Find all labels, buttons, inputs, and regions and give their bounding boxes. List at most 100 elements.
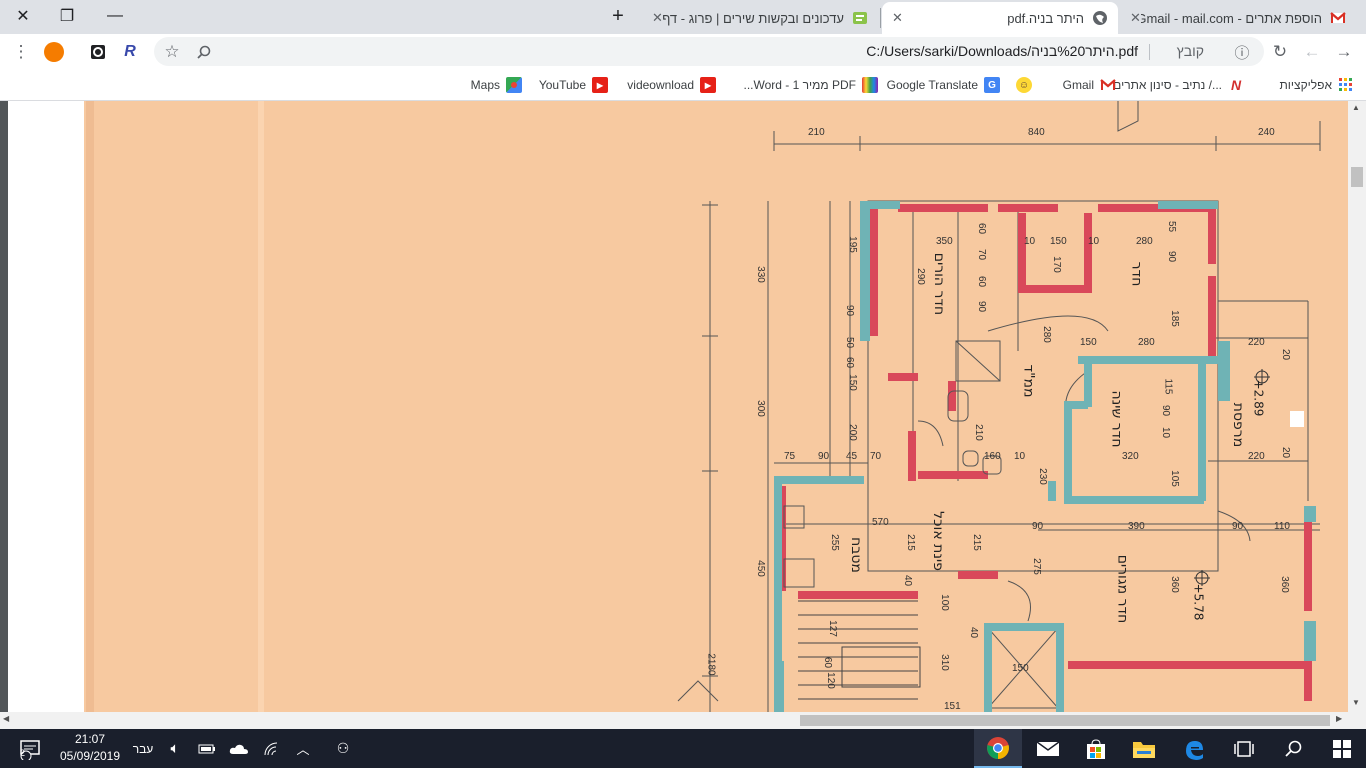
extension-icon[interactable] [84,38,112,66]
dimension-text: 45 [846,451,858,462]
taskbar-chrome[interactable] [974,729,1022,768]
taskbar-store[interactable] [1072,729,1120,768]
chevron-up-icon[interactable]: ︿ [290,729,316,768]
bookmark-youtube[interactable]: YouTube ▶ [539,76,608,94]
close-icon: ✕ [16,8,30,25]
dimension-text: 120 [824,672,836,689]
search-button[interactable] [1270,729,1318,768]
back-icon[interactable]: → [1330,38,1358,66]
dimension-text: 50 [844,336,856,349]
taskbar-file-explorer[interactable] [1120,729,1168,768]
pdf-viewer[interactable]: 210 840 240 330 300 450 2180 195 90 50 6… [0,101,1366,712]
address-bar[interactable]: ☆ C:/Users/sarki/Downloads/היתר%20בניה.p… [154,37,1264,66]
scroll-thumb[interactable] [800,715,1330,726]
onedrive-icon[interactable] [226,729,252,768]
notifications-button[interactable]: 2 [14,729,46,768]
dimension-text: 10 [1024,236,1036,247]
dimension-text: 2180 [705,653,717,676]
reload-icon[interactable]: ↻ [1266,38,1294,66]
close-icon[interactable]: ✕ [652,10,663,26]
colorful-icon [862,77,878,93]
dimension-text: 10 [1088,236,1100,247]
zoom-icon[interactable] [190,38,218,66]
new-tab-button[interactable]: + [596,0,640,32]
minimize-window-button[interactable]: — [92,0,138,32]
bookmark-apps[interactable]: אפליקציות [1280,76,1354,94]
taskbar-mail[interactable] [1024,729,1072,768]
bookmark-label: Gmail [1062,78,1094,92]
info-icon[interactable]: ⓘ [1228,38,1256,66]
emoji-icon: ☺ [1016,77,1032,93]
gmail-icon [1100,77,1116,93]
dimension-text: 840 [1028,127,1045,138]
wifi-icon[interactable] [258,729,284,768]
dimension-text: 280 [1138,337,1155,348]
scroll-up-arrow-icon[interactable]: ▲ [1352,103,1360,112]
bookmark-pdf-word[interactable]: PDF ממיר Word - 1... [744,76,878,94]
people-icon[interactable]: ⚇ [330,729,356,768]
forward-icon[interactable]: ← [1298,38,1326,66]
scroll-thumb[interactable] [1351,167,1363,187]
profile-avatar[interactable] [44,42,64,62]
close-icon[interactable]: ✕ [892,10,903,26]
dimension-text: 195 [846,236,858,253]
dimension-text: 330 [754,266,766,283]
dimension-text: 210 [808,127,825,138]
scroll-down-arrow-icon[interactable]: ▼ [1352,698,1360,707]
dimension-text: 360 [1168,576,1180,593]
close-window-button[interactable]: ✕ [0,0,46,32]
close-icon[interactable]: ✕ [1130,10,1141,26]
extension-r-icon[interactable]: R [116,38,144,66]
volume-icon[interactable]: 🔈︎ [162,729,188,768]
dimension-text: 40 [902,574,914,587]
horizontal-scrollbar[interactable]: ◀ ▶ [0,712,1366,729]
tab-separator [880,8,881,28]
menu-dots-icon[interactable]: ⋮ [7,38,35,66]
dimension-text: 150 [1050,236,1067,247]
star-icon[interactable]: ☆ [158,38,186,66]
pdf-page[interactable]: 210 840 240 330 300 450 2180 195 90 50 6… [8,101,1348,712]
dimension-text: 310 [938,654,950,671]
bookmark-videownload[interactable]: videownload ▶ [627,76,716,94]
start-button[interactable] [1318,729,1366,768]
bookmark-maps[interactable]: Maps [471,76,522,94]
tab-title: עדכונים ובקשות שירים | פרוג - דף [662,10,844,26]
bookmark-emoji[interactable]: ☺ [1010,76,1032,94]
dimension-text: 350 [936,236,953,247]
minimize-icon: — [107,7,123,24]
clock[interactable]: 21:07 05/09/2019 [50,731,130,767]
tab-prog[interactable]: עדכונים ובקשות שירים | פרוג - דף ✕ [642,2,878,34]
bookmark-gmail[interactable]: Gmail [1063,76,1116,94]
taskbar: 2 21:07 05/09/2019 עבר 🔈︎ ︿ ⚇ [0,729,1366,768]
taskbar-edge[interactable] [1170,729,1218,768]
dimension-text: 60 [822,656,834,669]
dimension-text: 90 [844,304,856,317]
dimension-text: 170 [1050,256,1062,273]
clock-date: 05/09/2019 [59,749,121,763]
tab-gmail[interactable]: הוספת אתרים - Gmail - mail.com ✕ [1120,2,1356,34]
store-icon [1087,738,1105,759]
dimension-text: 90 [1232,521,1244,532]
dimension-text: 215 [904,534,916,551]
tab-pdf[interactable]: היתר בניה.pdf ✕ [882,2,1118,34]
scroll-left-arrow-icon[interactable]: ◀ [3,714,9,723]
scroll-right-arrow-icon[interactable]: ▶ [1336,714,1342,723]
bookmark-google-translate[interactable]: Google Translate G [887,76,1000,94]
clock-time: 21:07 [74,732,106,746]
search-icon [1285,740,1302,757]
dimension-text: 55 [1166,220,1178,233]
tab-strip: ✕ ❐ — + עדכונים ובקשות שירים | פרוג - דף… [0,0,1366,34]
task-view-button[interactable] [1220,729,1268,768]
restore-window-button[interactable]: ❐ [44,0,90,32]
vertical-scrollbar[interactable]: ▲ ▼ [1348,101,1366,712]
url-text[interactable]: C:/Users/sarki/Downloads/היתר%20בניה.pdf [866,43,1138,59]
level-label: +5.78 [1191,583,1206,621]
youtube-icon: ▶ [592,77,608,93]
battery-icon[interactable] [194,729,220,768]
room-label: חדר מגורים [1114,554,1131,624]
room-label: פינת אוכל [929,511,946,571]
bookmark-label: YouTube [538,78,586,92]
language-indicator[interactable]: עבר [130,729,156,768]
bookmark-label: Google Translate [886,78,978,92]
bookmark-netiv[interactable]: נתיב - סינון אתרים /... N [1113,76,1244,94]
